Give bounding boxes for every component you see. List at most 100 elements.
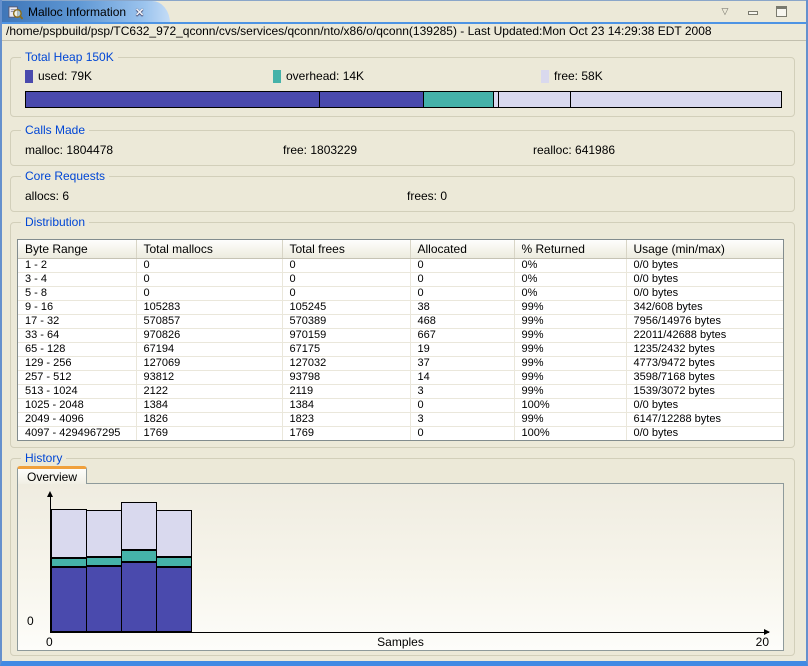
table-cell: 33 - 64 <box>18 328 136 342</box>
table-cell: 129 - 256 <box>18 356 136 370</box>
table-cell: 2122 <box>136 384 282 398</box>
view-toolbar: ▽ <box>718 4 788 18</box>
table-cell: 37 <box>410 356 514 370</box>
legend-item: overhead: 14K <box>273 69 364 83</box>
tab-malloc-information[interactable]: Malloc Information ✕ <box>2 1 170 23</box>
distribution-table[interactable]: Byte RangeTotal mallocsTotal freesAlloca… <box>17 239 784 441</box>
table-cell: 93812 <box>136 370 282 384</box>
x-axis-end-label: 20 <box>756 635 769 649</box>
table-row[interactable]: 1 - 20000%0/0 bytes <box>18 258 783 272</box>
table-row[interactable]: 17 - 3257085757038946899%7956/14976 byte… <box>18 314 783 328</box>
table-cell: 0 <box>410 398 514 412</box>
history-chart: 0 0 Samples 20 <box>18 484 783 650</box>
table-cell: 570389 <box>282 314 410 328</box>
calls-made-group: Calls Made malloc: 1804478free: 1803229r… <box>10 130 795 166</box>
history-bar-segment-overhead <box>51 558 87 567</box>
table-cell: 0 <box>410 272 514 286</box>
table-cell: 570857 <box>136 314 282 328</box>
legend-item: free: 58K <box>541 69 603 83</box>
table-cell: 0 <box>410 286 514 300</box>
legend-swatch <box>541 70 549 83</box>
close-icon[interactable]: ✕ <box>135 6 144 19</box>
table-cell: 0/0 bytes <box>626 426 783 440</box>
table-row[interactable]: 513 - 102421222119399%1539/3072 bytes <box>18 384 783 398</box>
table-cell: 9 - 16 <box>18 300 136 314</box>
column-header[interactable]: Allocated <box>410 240 514 258</box>
table-cell: 99% <box>514 384 626 398</box>
heap-segment-divider <box>570 92 571 107</box>
table-cell: 0% <box>514 258 626 272</box>
column-header[interactable]: Byte Range <box>18 240 136 258</box>
column-header[interactable]: % Returned <box>514 240 626 258</box>
core-requests-group: Core Requests allocs: 6frees: 0 <box>10 176 795 212</box>
table-row[interactable]: 4097 - 4294967295176917690100%0/0 bytes <box>18 426 783 440</box>
table-cell: 1384 <box>282 398 410 412</box>
history-bar-segment-overhead <box>86 557 122 566</box>
column-header[interactable]: Usage (min/max) <box>626 240 783 258</box>
view-menu-icon[interactable]: ▽ <box>718 4 732 18</box>
table-cell: 93798 <box>282 370 410 384</box>
history-bar-segment-used <box>156 567 192 632</box>
table-cell: 5 - 8 <box>18 286 136 300</box>
table-row[interactable]: 257 - 51293812937981499%3598/7168 bytes <box>18 370 783 384</box>
distribution-group: Distribution Byte RangeTotal mallocsTota… <box>10 222 795 448</box>
maximize-icon[interactable] <box>774 4 788 18</box>
heap-segment-free <box>493 92 781 107</box>
table-cell: 99% <box>514 356 626 370</box>
tab-overview[interactable]: Overview <box>17 466 87 484</box>
table-row[interactable]: 33 - 6497082697015966799%22011/42688 byt… <box>18 328 783 342</box>
table-cell: 0 <box>410 426 514 440</box>
table-cell: 3 <box>410 412 514 426</box>
column-header[interactable]: Total frees <box>282 240 410 258</box>
history-bar-segment-used <box>51 567 87 632</box>
table-row[interactable]: 5 - 80000%0/0 bytes <box>18 286 783 300</box>
table-cell: 0 <box>136 272 282 286</box>
history-bar-segment-used <box>86 566 122 632</box>
table-cell: 0 <box>282 258 410 272</box>
legend-swatch <box>273 70 281 83</box>
heap-segment-divider <box>498 92 499 107</box>
table-cell: 342/608 bytes <box>626 300 783 314</box>
malloc-view-icon <box>8 5 23 20</box>
table-row[interactable]: 65 - 12867194671751999%1235/2432 bytes <box>18 342 783 356</box>
table-row[interactable]: 129 - 2561270691270323799%4773/9472 byte… <box>18 356 783 370</box>
y-axis-zero-label: 0 <box>27 614 34 628</box>
table-cell: 970159 <box>282 328 410 342</box>
legend-label: used: 79K <box>38 69 92 83</box>
table-cell: 2119 <box>282 384 410 398</box>
legend-item: used: 79K <box>25 69 92 83</box>
table-cell: 513 - 1024 <box>18 384 136 398</box>
distribution-table-header[interactable]: Byte RangeTotal mallocsTotal freesAlloca… <box>18 240 783 258</box>
column-header[interactable]: Total mallocs <box>136 240 282 258</box>
table-row[interactable]: 9 - 161052831052453899%342/608 bytes <box>18 300 783 314</box>
x-axis-zero-label: 0 <box>46 635 53 649</box>
target-path-label: /home/pspbuild/psp/TC632_972_qconn/cvs/s… <box>2 22 806 41</box>
history-bar-segment-free <box>156 510 192 557</box>
history-bar <box>156 510 192 632</box>
legend-label: overhead: 14K <box>286 69 364 83</box>
table-cell: 17 - 32 <box>18 314 136 328</box>
table-cell: 14 <box>410 370 514 384</box>
table-cell: 127032 <box>282 356 410 370</box>
table-cell: 99% <box>514 342 626 356</box>
table-cell: 99% <box>514 314 626 328</box>
table-cell: 1769 <box>136 426 282 440</box>
table-row[interactable]: 1025 - 2048138413840100%0/0 bytes <box>18 398 783 412</box>
distribution-table-body: 1 - 20000%0/0 bytes3 - 40000%0/0 bytes5 … <box>18 258 783 440</box>
table-cell: 2049 - 4096 <box>18 412 136 426</box>
table-cell: 1235/2432 bytes <box>626 342 783 356</box>
table-cell: 99% <box>514 412 626 426</box>
table-cell: 99% <box>514 328 626 342</box>
table-cell: 19 <box>410 342 514 356</box>
table-cell: 127069 <box>136 356 282 370</box>
x-axis-title: Samples <box>377 635 424 649</box>
minimize-icon[interactable] <box>746 4 760 18</box>
legend-label: free: 58K <box>554 69 603 83</box>
table-cell: 22011/42688 bytes <box>626 328 783 342</box>
history-bar <box>121 502 157 632</box>
heap-segment-used <box>26 92 423 107</box>
core-requests-caption: Core Requests <box>21 169 109 183</box>
stat-value: frees: 0 <box>407 189 447 203</box>
table-row[interactable]: 3 - 40000%0/0 bytes <box>18 272 783 286</box>
table-row[interactable]: 2049 - 409618261823399%6147/12288 bytes <box>18 412 783 426</box>
